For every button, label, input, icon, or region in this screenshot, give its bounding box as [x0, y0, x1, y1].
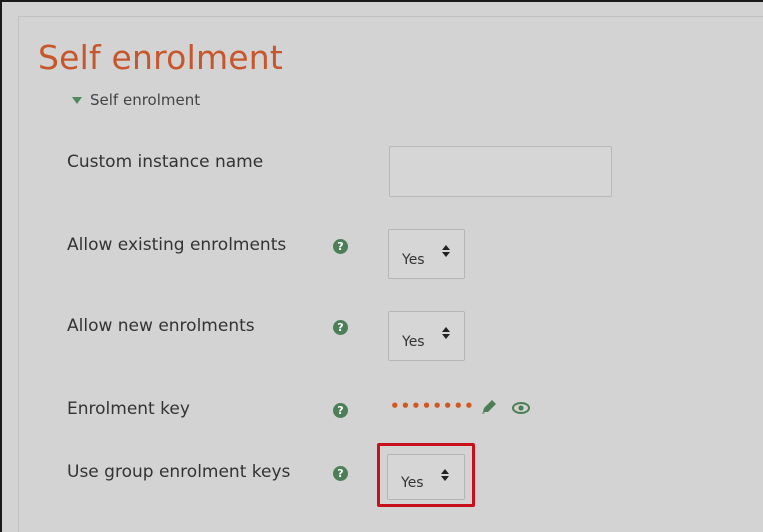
- help-icon[interactable]: ?: [333, 239, 348, 254]
- pencil-icon[interactable]: [480, 398, 498, 416]
- help-icon[interactable]: ?: [333, 466, 348, 481]
- page-title: Self enrolment: [38, 38, 284, 77]
- custom-instance-name-input[interactable]: [389, 146, 612, 197]
- select-value: Yes: [402, 334, 425, 350]
- select-value: Yes: [402, 252, 425, 268]
- use-group-enrolment-keys-label: Use group enrolment keys: [67, 462, 291, 482]
- section-label: Self enrolment: [90, 91, 201, 109]
- sort-arrows-icon: [442, 245, 452, 257]
- allow-new-enrolments-select[interactable]: Yes: [388, 311, 465, 361]
- sort-arrows-icon: [442, 327, 452, 339]
- allow-existing-enrolments-select[interactable]: Yes: [388, 229, 465, 279]
- triangle-down-icon: [72, 96, 82, 104]
- allow-new-enrolments-label: Allow new enrolments: [67, 316, 255, 336]
- help-icon[interactable]: ?: [333, 320, 348, 335]
- enrolment-key-value[interactable]: ••••••••: [390, 397, 475, 415]
- section-toggle[interactable]: Self enrolment: [72, 91, 200, 109]
- highlight-box: [377, 443, 475, 507]
- allow-existing-enrolments-label: Allow existing enrolments: [67, 235, 287, 255]
- help-icon[interactable]: ?: [333, 403, 348, 418]
- custom-instance-name-label: Custom instance name: [67, 152, 264, 172]
- eye-icon[interactable]: [512, 401, 530, 415]
- enrolment-key-label: Enrolment key: [67, 399, 190, 419]
